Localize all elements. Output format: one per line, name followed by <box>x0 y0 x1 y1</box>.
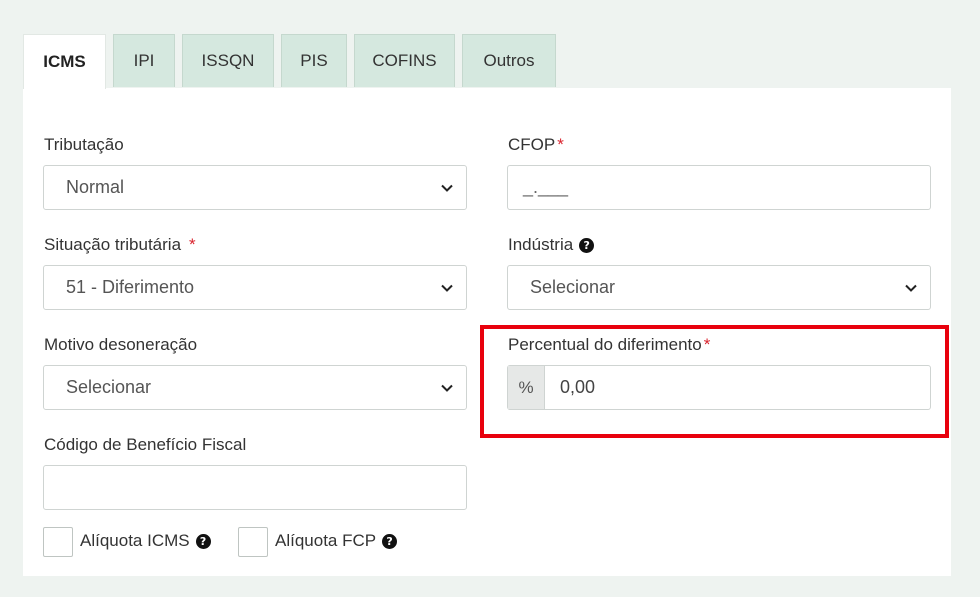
motivo-label: Motivo desoneração <box>44 335 197 355</box>
tab-icms[interactable]: ICMS <box>23 34 106 89</box>
tributacao-select[interactable]: Normal <box>43 165 467 210</box>
situacao-value: 51 - Diferimento <box>66 277 195 297</box>
chevron-down-icon <box>441 384 453 392</box>
situacao-label: Situação tributária * <box>44 235 196 255</box>
beneficio-input[interactable] <box>43 465 467 510</box>
beneficio-label-text: Código de Benefício Fiscal <box>44 435 247 454</box>
help-icon[interactable]: ? <box>195 533 211 549</box>
tributacao-label-text: Tributação <box>44 135 124 154</box>
chevron-down-icon <box>441 284 453 292</box>
tab-pis[interactable]: PIS <box>281 34 347 87</box>
tab-ipi[interactable]: IPI <box>113 34 175 87</box>
required-asterisk: * <box>557 135 564 154</box>
tributacao-value: Normal <box>66 177 125 197</box>
tab-cofins[interactable]: COFINS <box>354 34 455 87</box>
tab-issqn[interactable]: ISSQN <box>182 34 274 87</box>
highlight-box <box>480 325 949 438</box>
cfop-input[interactable]: _.___ <box>507 165 931 210</box>
industria-label-text: Indústria <box>508 235 574 254</box>
beneficio-label: Código de Benefício Fiscal <box>44 435 246 455</box>
industria-value: Selecionar <box>530 277 616 297</box>
tributacao-label: Tributação <box>44 135 124 155</box>
tab-outros[interactable]: Outros <box>462 34 556 87</box>
aliquota-icms-checkbox[interactable] <box>43 527 73 557</box>
motivo-select[interactable]: Selecionar <box>43 365 467 410</box>
cfop-value: _.___ <box>523 177 569 197</box>
help-icon[interactable]: ? <box>579 237 595 253</box>
help-icon[interactable]: ? <box>382 533 398 549</box>
chevron-down-icon <box>905 284 917 292</box>
motivo-label-text: Motivo desoneração <box>44 335 198 354</box>
industria-select[interactable]: Selecionar <box>507 265 931 310</box>
aliquota-fcp-label: Alíquota FCP? <box>275 531 398 551</box>
cfop-label-text: CFOP <box>508 135 556 154</box>
required-asterisk: * <box>189 235 196 254</box>
aliquota-icms-label-text: Alíquota ICMS <box>80 531 190 550</box>
motivo-value: Selecionar <box>66 377 152 397</box>
aliquota-fcp-label-text: Alíquota FCP <box>275 531 377 550</box>
chevron-down-icon <box>441 184 453 192</box>
industria-label: Indústria? <box>508 235 595 255</box>
cfop-label: CFOP * <box>508 135 564 155</box>
situacao-label-text: Situação tributária <box>44 235 182 254</box>
situacao-select[interactable]: 51 - Diferimento <box>43 265 467 310</box>
aliquota-fcp-checkbox[interactable] <box>238 527 268 557</box>
aliquota-icms-label: Alíquota ICMS? <box>80 531 211 551</box>
